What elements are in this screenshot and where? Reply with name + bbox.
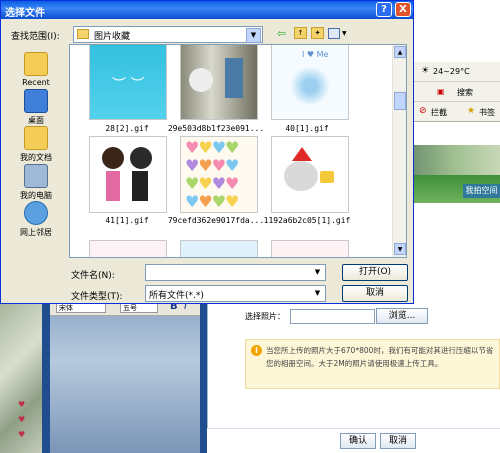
place-my-documents[interactable]: 我的文档 xyxy=(7,126,65,163)
girl-head-image xyxy=(102,147,124,169)
star-icon: ★ xyxy=(467,106,476,116)
heart-icon: ♥ xyxy=(18,415,26,424)
file-thumbnail[interactable]: ︶ ︶ xyxy=(89,45,167,120)
scroll-down-icon[interactable]: ▼ xyxy=(394,243,406,255)
dialog-titlebar[interactable]: 选择文件 ? X xyxy=(1,1,413,19)
figure-image xyxy=(189,68,213,92)
dialog-title: 选择文件 xyxy=(5,8,45,19)
scrollbar-thumb[interactable] xyxy=(394,92,406,110)
place-label: 我的电脑 xyxy=(20,191,52,200)
file-thumbnail[interactable] xyxy=(180,45,258,120)
place-my-computer[interactable]: 我的电脑 xyxy=(7,164,65,201)
my-computer-icon xyxy=(24,164,48,188)
place-recent[interactable]: Recent xyxy=(7,52,65,87)
heart-icon: ♥ xyxy=(18,400,26,409)
i-love-me-text-image: I ♥ Me xyxy=(302,50,329,59)
chevron-down-icon[interactable]: ▼ xyxy=(246,28,261,43)
new-folder-icon[interactable]: ✦ xyxy=(311,27,324,39)
place-network[interactable]: 网上邻居 xyxy=(7,201,65,238)
girl-body-image xyxy=(106,171,120,201)
file-name[interactable]: 40[1].gif xyxy=(247,124,367,133)
info-text: 当您所上传的照片大于670*800时，我们有可能对其进行压缩以节省您的相册空间。… xyxy=(266,346,494,368)
look-in-value: 图片收藏 xyxy=(94,32,131,42)
sparkles-image xyxy=(282,68,338,104)
view-menu-chevron-icon[interactable]: ▼ xyxy=(342,30,347,37)
sun-icon: ☀ xyxy=(421,66,430,76)
party-hat-image xyxy=(292,147,312,161)
form-cancel-button[interactable]: 取消 xyxy=(380,433,416,449)
filename-combo[interactable]: ▼ xyxy=(145,264,326,281)
place-label: Recent xyxy=(22,78,50,87)
file-list-view[interactable]: ︶ ︶ 28[2].gif 29e503d8b1f23e091... I ♥ M… xyxy=(69,44,407,258)
open-button[interactable]: 打开(O) xyxy=(342,264,408,281)
places-bar: Recent 桌面 我的文档 我的电脑 网上邻居 xyxy=(7,44,65,249)
background-left-image: ♥ ♥ ♥ xyxy=(0,300,42,453)
back-icon[interactable]: ⇦ xyxy=(277,27,286,40)
scroll-up-icon[interactable]: ▲ xyxy=(394,46,406,58)
file-dialog: 选择文件 ? X 查找范围(I): 图片收藏 ▼ ⇦ ↑ ✦ ▼ Recent … xyxy=(0,0,414,304)
bookmark-label[interactable]: 书签 xyxy=(479,107,495,118)
wings-icon: ︶ ︶ xyxy=(112,77,145,93)
heart-icon: ♥ xyxy=(18,430,26,439)
confirm-button[interactable]: 确认 xyxy=(340,433,376,449)
place-label: 桌面 xyxy=(28,116,44,125)
upload-info-box: i 当您所上传的照片大于670*800时，我们有可能对其进行压缩以节省您的相册空… xyxy=(245,339,500,389)
browser-toolbar-tools: ⊘ 拦截 ★ 书签 xyxy=(407,102,500,122)
browser-toolbar-weather: ☀ 24~29°C xyxy=(407,62,500,82)
upload-banner-button[interactable]: 我拍空间 xyxy=(463,184,500,198)
photo-path-field[interactable] xyxy=(290,309,375,324)
close-button[interactable]: X xyxy=(395,2,411,17)
character-face-image xyxy=(284,161,318,191)
file-list-scrollbar[interactable]: ▲ ▼ xyxy=(392,45,406,257)
editor-area xyxy=(50,300,200,453)
browser-toolbar-search: ▣ 搜索 xyxy=(407,82,500,102)
folder-icon xyxy=(77,29,89,39)
filetype-value: 所有文件(*.*) xyxy=(149,291,204,301)
file-name[interactable]: 1192a6b2c05[1].gif xyxy=(247,216,367,225)
search-label[interactable]: 搜索 xyxy=(457,87,473,98)
desktop-icon xyxy=(24,89,48,113)
place-label: 网上邻居 xyxy=(20,228,52,237)
filetype-combo[interactable]: 所有文件(*.*) ▼ xyxy=(145,285,326,302)
boy-body-image xyxy=(132,171,148,201)
boy-head-image xyxy=(130,147,152,169)
select-photo-label: 选择照片： xyxy=(245,312,285,321)
popup-blocker-icon: ⊘ xyxy=(419,106,427,116)
file-thumbnail[interactable] xyxy=(271,136,349,213)
filetype-label: 文件类型(T): xyxy=(71,292,123,302)
chevron-down-icon[interactable]: ▼ xyxy=(311,266,324,279)
cancel-button[interactable]: 取消 xyxy=(342,285,408,302)
network-places-icon xyxy=(24,201,48,225)
trumpet-image xyxy=(320,171,334,183)
file-thumbnail[interactable]: I ♥ Me xyxy=(271,45,349,120)
file-thumbnail[interactable] xyxy=(89,136,167,213)
filename-label: 文件名(N): xyxy=(71,271,115,281)
view-menu-icon[interactable] xyxy=(328,28,340,39)
look-in-combo[interactable]: 图片收藏 ▼ xyxy=(73,26,263,43)
person-image xyxy=(225,58,243,98)
info-icon: i xyxy=(251,345,262,356)
file-thumbnail[interactable] xyxy=(89,240,167,257)
hearts-pattern-image: ♥♥♥♥ ♥♥♥♥ ♥♥♥♥ ♥♥♥♥ xyxy=(185,138,239,211)
chevron-down-icon[interactable]: ▼ xyxy=(311,287,324,300)
background-banner-image xyxy=(407,145,500,175)
my-documents-icon xyxy=(24,126,48,150)
place-label: 我的文档 xyxy=(20,153,52,162)
search-icon: ▣ xyxy=(437,87,445,96)
place-desktop[interactable]: 桌面 xyxy=(7,89,65,126)
up-folder-icon[interactable]: ↑ xyxy=(294,27,307,39)
help-button[interactable]: ? xyxy=(376,2,392,17)
browse-button[interactable]: 浏览... xyxy=(376,308,428,324)
file-thumbnail[interactable] xyxy=(180,240,258,257)
recent-folder-icon xyxy=(24,52,48,76)
file-thumbnail[interactable] xyxy=(271,240,349,257)
file-thumbnail[interactable]: ♥♥♥♥ ♥♥♥♥ ♥♥♥♥ ♥♥♥♥ xyxy=(180,136,258,213)
weather-text: 24~29°C xyxy=(433,67,470,76)
intercept-label[interactable]: 拦截 xyxy=(431,107,447,118)
look-in-label: 查找范围(I): xyxy=(11,32,60,42)
